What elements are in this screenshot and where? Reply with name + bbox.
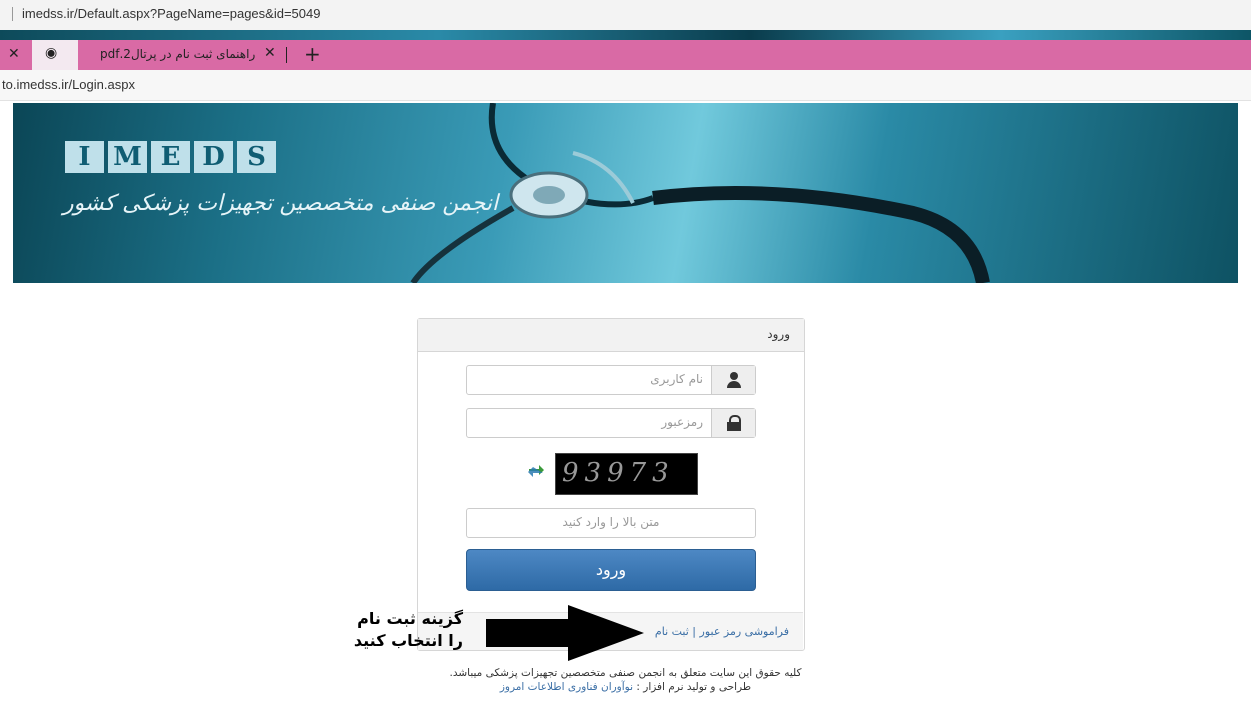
top-address-bar[interactable]: imedss.ir/Default.aspx?PageName=pages&id… xyxy=(0,0,1251,30)
username-placeholder: نام کاربری xyxy=(650,372,703,386)
logo-letter: D xyxy=(194,141,233,173)
logo-letter: S xyxy=(237,141,276,173)
top-url-text[interactable]: imedss.ir/Default.aspx?PageName=pages&id… xyxy=(22,6,320,21)
close-icon[interactable]: ✕ xyxy=(8,46,20,62)
divider xyxy=(12,7,13,21)
site-footer: کلیه حقوق این سایت متعلق به انجمن صنفی م… xyxy=(0,666,1251,694)
tab-bar: ✕ ◉ راهنمای ثبت نام در پرتال2.pdf ✕ + xyxy=(0,40,1251,70)
forgot-register-links[interactable]: فراموشی رمز عبور | ثبت نام xyxy=(655,625,789,638)
password-field[interactable]: رمزعبور xyxy=(466,408,756,438)
banner-strip xyxy=(0,30,1251,40)
logo-letter: M xyxy=(108,141,147,173)
credit-prefix: طراحی و تولید نرم افزار : xyxy=(633,681,752,693)
annotation-text: گزینه ثبت نام را انتخاب کنید xyxy=(333,608,463,652)
password-placeholder: رمزعبور xyxy=(661,415,703,429)
logo-letter: I xyxy=(65,141,104,173)
lock-icon xyxy=(711,409,755,437)
reader-toggle[interactable]: ◉ xyxy=(32,40,78,70)
tab-title[interactable]: راهنمای ثبت نام در پرتال2.pdf xyxy=(100,47,255,61)
tab-close-icon[interactable]: ✕ xyxy=(264,45,276,61)
captcha-image: 93973 xyxy=(555,453,698,495)
captcha-placeholder: متن بالا را وارد کنید xyxy=(562,515,660,529)
login-title: ورود xyxy=(767,327,790,341)
login-url-text[interactable]: to.imedss.ir/Login.aspx xyxy=(2,77,135,92)
refresh-captcha-icon[interactable] xyxy=(527,462,545,480)
new-tab-plus-icon[interactable]: + xyxy=(304,42,321,66)
username-field[interactable]: نام کاربری xyxy=(466,365,756,395)
imeds-logo: IMEDS xyxy=(65,141,280,173)
annotation-line: را انتخاب کنید xyxy=(353,631,463,650)
site-banner: IMEDS انجمن صنفی متخصصین تجهیزات پزشکی ک… xyxy=(13,103,1238,283)
captcha-input[interactable]: متن بالا را وارد کنید xyxy=(466,508,756,538)
eye-icon: ◉ xyxy=(45,45,58,61)
copyright-text: کلیه حقوق این سایت متعلق به انجمن صنفی م… xyxy=(449,667,802,679)
user-icon xyxy=(711,366,755,394)
login-panel-header: ورود xyxy=(418,319,804,352)
banner-tagline: انجمن صنفی متخصصین تجهیزات پزشکی کشور xyxy=(63,191,499,216)
annotation-arrow-icon xyxy=(486,605,644,661)
logo-letter: E xyxy=(151,141,190,173)
login-address-bar[interactable]: to.imedss.ir/Login.aspx xyxy=(0,70,1251,101)
captcha-text: 93973 xyxy=(562,458,675,488)
tab-separator xyxy=(286,47,287,63)
login-button[interactable]: ورود xyxy=(466,549,756,591)
credit-link[interactable]: نوآوران فناوری اطلاعات امروز xyxy=(500,681,633,693)
annotation-line: گزینه ثبت نام xyxy=(357,609,463,628)
